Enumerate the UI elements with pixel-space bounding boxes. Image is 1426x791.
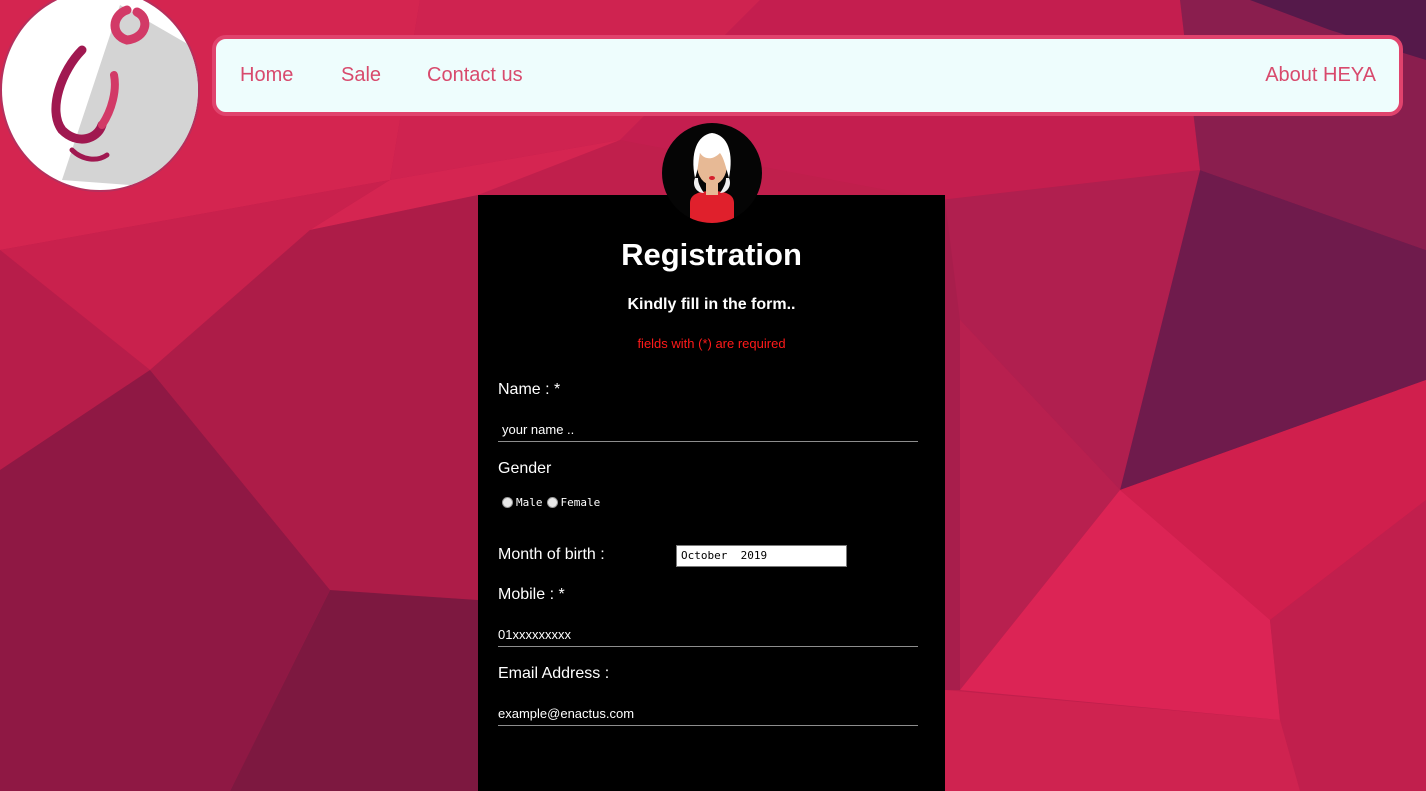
registration-panel: Registration Kindly fill in the form.. f… xyxy=(478,195,945,791)
nav-about-link[interactable]: About HEYA xyxy=(1265,64,1376,87)
name-label: Name : * xyxy=(498,381,561,398)
form-title: Registration xyxy=(621,237,802,272)
gender-label: Gender xyxy=(498,460,552,477)
gender-female-label: Female xyxy=(560,496,601,509)
required-fields-note: fields with (*) are required xyxy=(637,336,786,351)
email-label: Email Address : xyxy=(498,665,610,682)
birth-month-input[interactable]: October 2019 xyxy=(676,545,847,567)
email-input[interactable] xyxy=(498,701,918,726)
gender-female-radio[interactable] xyxy=(546,497,558,508)
user-avatar-icon xyxy=(662,123,762,223)
mobile-label: Mobile : * xyxy=(498,586,565,603)
gender-male-label: Male xyxy=(516,496,543,509)
mobile-input[interactable] xyxy=(498,622,918,647)
top-navbar: Home Sale Contact us About HEYA xyxy=(212,35,1403,116)
name-input[interactable] xyxy=(498,417,918,442)
gender-male-radio[interactable] xyxy=(502,497,513,508)
gender-options: Male Female xyxy=(502,496,600,509)
nav-sale-link[interactable]: Sale xyxy=(341,64,381,87)
heya-logo[interactable] xyxy=(2,0,198,190)
birth-month-label: Month of birth : xyxy=(498,546,605,563)
nav-home-link[interactable]: Home xyxy=(240,64,293,87)
nav-contact-link[interactable]: Contact us xyxy=(427,64,523,87)
logo-mark xyxy=(51,5,198,190)
form-subtitle: Kindly fill in the form.. xyxy=(627,296,796,313)
